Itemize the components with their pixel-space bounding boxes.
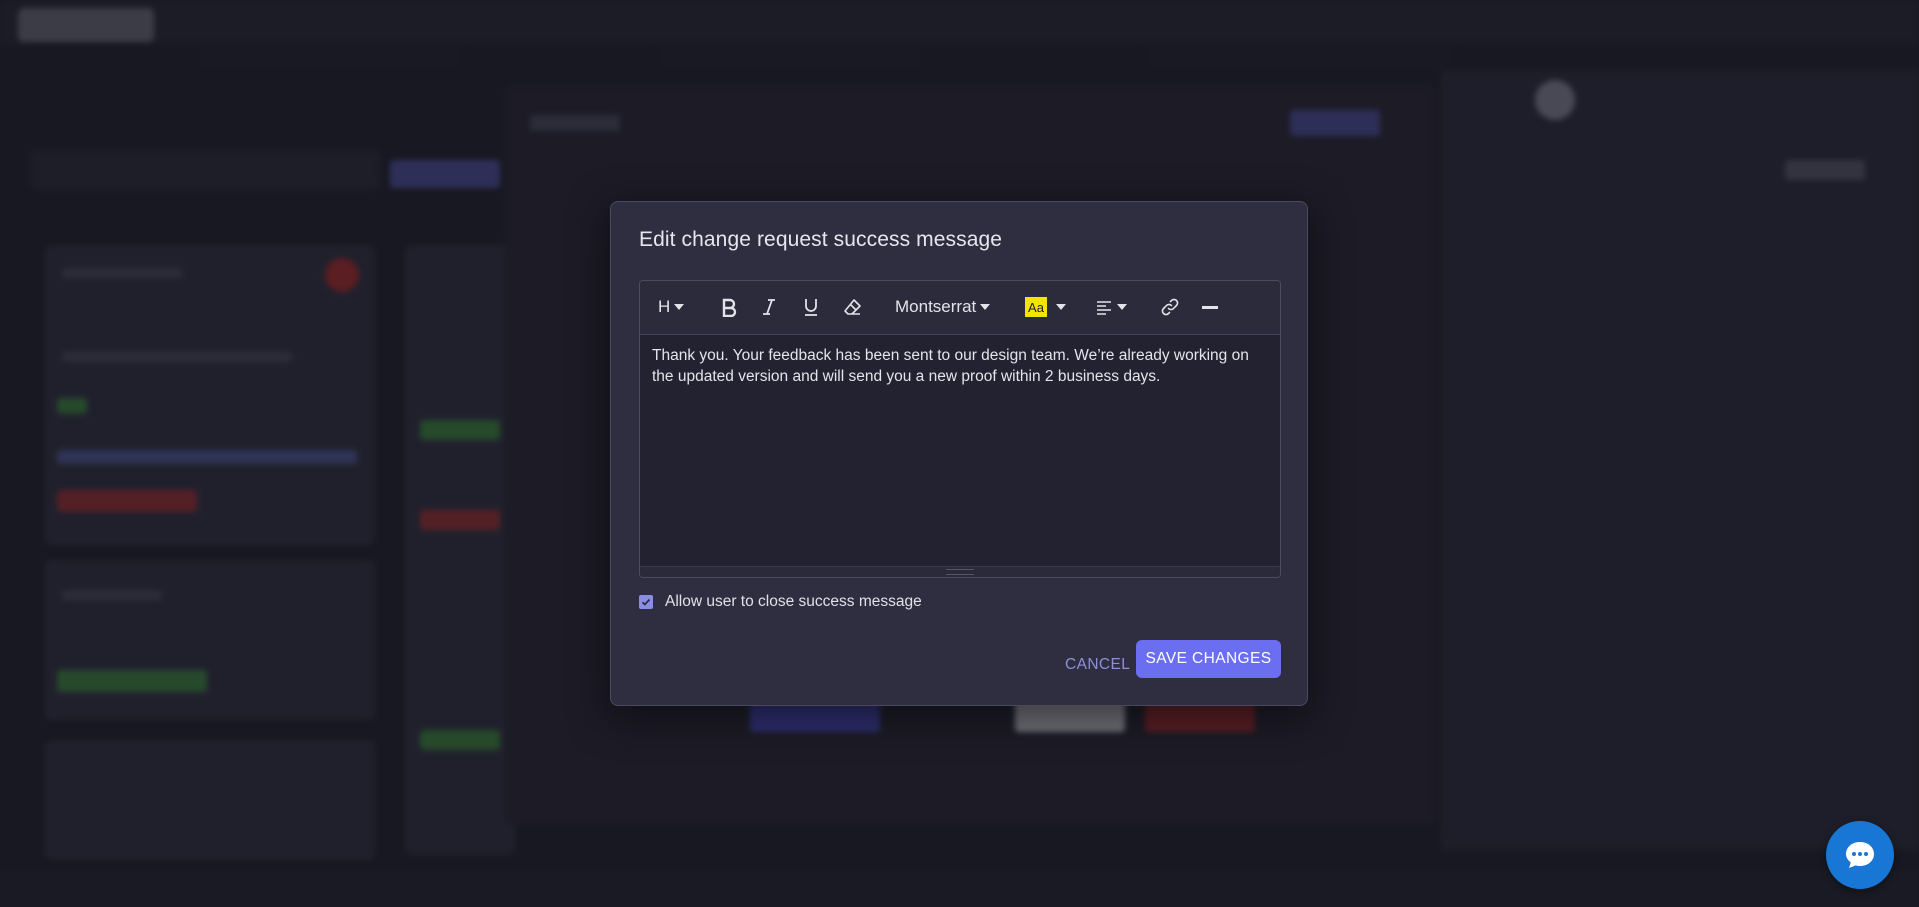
editor-toolbar: H Montserrat Aa — [640, 281, 1280, 335]
grip-icon — [946, 569, 974, 575]
eraser-icon — [844, 299, 861, 315]
heading-label: H — [658, 297, 671, 316]
dialog-title: Edit change request success message — [639, 228, 1003, 251]
editor-resize-handle[interactable] — [640, 566, 1280, 577]
allow-close-label: Allow user to close success message — [665, 593, 922, 610]
link-icon — [1161, 298, 1179, 316]
insert-link-button[interactable] — [1160, 294, 1180, 320]
horizontal-rule-icon — [1202, 306, 1218, 309]
chevron-down-icon — [1117, 304, 1127, 310]
checkmark-icon — [641, 598, 651, 606]
font-family-label: Montserrat — [895, 297, 977, 316]
chevron-down-icon — [674, 304, 685, 310]
chat-launcher-button[interactable] — [1826, 821, 1894, 889]
highlight-color-icon: Aa — [1025, 297, 1047, 317]
bold-button[interactable] — [720, 294, 738, 320]
chevron-down-icon — [980, 304, 991, 310]
underline-icon — [805, 299, 817, 316]
rich-text-editor: H Montserrat Aa Thank you. Your feedback… — [639, 280, 1281, 578]
align-left-icon — [1097, 301, 1111, 315]
allow-close-checkbox-row[interactable]: Allow user to close success message — [639, 593, 922, 611]
chat-bubble-icon — [1846, 842, 1874, 868]
highlight-color-button[interactable]: Aa — [1025, 294, 1047, 320]
heading-dropdown[interactable]: H — [658, 294, 685, 320]
italic-icon — [763, 299, 775, 315]
success-message-text[interactable]: Thank you. Your feedback has been sent t… — [652, 345, 1272, 387]
clear-format-button[interactable] — [843, 294, 863, 320]
font-family-dropdown[interactable]: Montserrat — [895, 294, 991, 320]
allow-close-checkbox[interactable] — [639, 595, 653, 609]
save-changes-button[interactable]: SAVE CHANGES — [1136, 640, 1281, 678]
bold-icon — [722, 298, 737, 317]
cancel-button[interactable]: CANCEL — [1057, 646, 1138, 684]
align-dropdown[interactable] — [1095, 294, 1127, 320]
highlight-color-dropdown[interactable] — [1056, 294, 1066, 320]
edit-success-message-dialog: Edit change request success message H Mo… — [610, 201, 1308, 706]
chevron-down-icon — [1056, 304, 1066, 310]
underline-button[interactable] — [802, 294, 820, 320]
horizontal-rule-button[interactable] — [1201, 294, 1219, 320]
italic-button[interactable] — [761, 294, 777, 320]
